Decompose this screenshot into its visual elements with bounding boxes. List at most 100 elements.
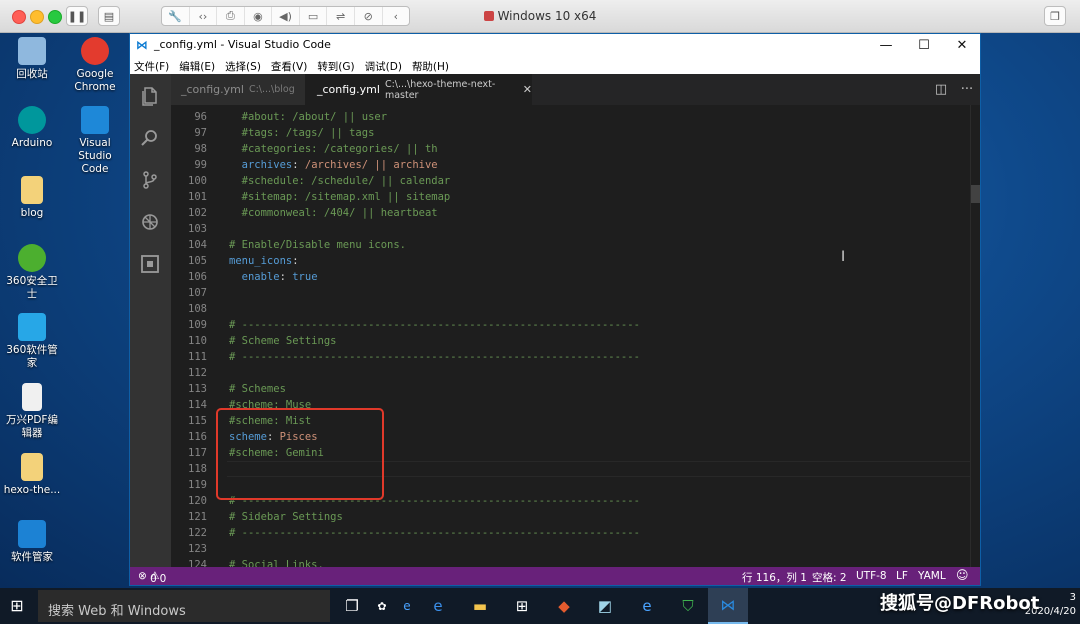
line-code: # Sidebar Settings: [229, 509, 343, 525]
code-token: :: [292, 255, 299, 267]
git-icon[interactable]: ◆: [552, 594, 576, 618]
menu-selection[interactable]: 选择(S): [220, 57, 266, 74]
tab-path: C:\...\hexo-theme-next-master: [384, 78, 496, 101]
taskbar-vscode-active[interactable]: ⋈: [708, 588, 748, 624]
desktop-icon-software-manager[interactable]: 软件管家: [1, 520, 63, 564]
code-token: true: [292, 271, 318, 283]
menu-edit[interactable]: 编辑(E): [174, 57, 220, 74]
code-token: #schedule: /schedule/ || calendar: [229, 175, 451, 187]
problems-indicator[interactable]: ⊗ 0 ⚠ 0: [138, 570, 166, 585]
search-placeholder: 搜索 Web 和 Windows: [48, 604, 186, 619]
line-code: # Enable/Disable menu icons.: [229, 237, 406, 253]
explorer-icon[interactable]: [138, 84, 162, 108]
code-line: 112: [171, 365, 971, 381]
chrome-icon: [81, 37, 109, 65]
tab-config-blog[interactable]: _config.yml C:\...\blog: [171, 74, 305, 105]
edge-icon[interactable]: e: [426, 594, 450, 618]
desktop-icon-blog[interactable]: blog: [1, 176, 63, 220]
360-security-icon: [18, 244, 46, 272]
menu-debug[interactable]: 调试(D): [360, 57, 407, 74]
internet-explorer-icon[interactable]: e: [635, 594, 659, 618]
minimize-icon[interactable]: —: [872, 36, 900, 54]
close-tab-icon[interactable]: ✕: [523, 83, 532, 96]
line-number: 109: [188, 319, 207, 331]
desktop-icon-label: Visual Studio Code: [78, 137, 112, 175]
line-number: 110: [188, 335, 207, 347]
vm-toolbar: ❚❚ ▤ 🔧 ‹› ⎙ ◉ ◀) ▭ ⇌ ⊘ ‹ Windows 10 x64 …: [0, 0, 1080, 33]
desktop-icon-arduino[interactable]: Arduino: [1, 106, 63, 150]
vm-title: Windows 10 x64: [0, 9, 1080, 23]
line-number: 104: [188, 239, 207, 251]
split-editor-icon[interactable]: ◫: [931, 80, 951, 98]
encoding[interactable]: UTF-8: [856, 570, 887, 582]
app-icon[interactable]: ✿: [370, 594, 394, 618]
task-view-icon[interactable]: ❐: [340, 594, 364, 618]
file-explorer-icon[interactable]: ▬: [468, 594, 492, 618]
folder-icon: [21, 176, 43, 204]
extensions-icon[interactable]: [138, 252, 162, 276]
tab-config-theme[interactable]: _config.yml C:\...\hexo-theme-next-maste…: [305, 74, 532, 105]
code-token: # --------------------------------------…: [229, 319, 640, 331]
windows-start-icon[interactable]: ⊞: [8, 597, 26, 615]
desktop-icon-chrome[interactable]: Google Chrome: [64, 37, 126, 94]
desktop-icon-vscode[interactable]: Visual Studio Code: [64, 106, 126, 176]
line-number: 99: [194, 159, 207, 171]
debug-icon[interactable]: [138, 210, 162, 234]
menu-help[interactable]: 帮助(H): [407, 57, 454, 74]
feedback-smiley-icon[interactable]: ☺: [956, 568, 969, 582]
more-actions-icon[interactable]: ···: [957, 80, 977, 98]
line-code: #tags: /tags/ || tags: [229, 125, 375, 141]
desktop-icon-label: Arduino: [11, 137, 53, 149]
line-code: menu_icons:: [229, 253, 299, 269]
close-icon[interactable]: ✕: [948, 36, 976, 54]
code-token: #categories: /categories/ || th: [229, 143, 438, 155]
vscode-titlebar: ⋈ _config.yml - Visual Studio Code — ☐ ✕: [130, 34, 980, 57]
restore-icon[interactable]: ❐: [1044, 6, 1066, 26]
desktop-icon-hexo-theme[interactable]: hexo-the...: [1, 453, 63, 497]
code-token: # Social Links.: [229, 559, 324, 567]
line-code: enable: true: [229, 269, 318, 285]
search-icon[interactable]: [138, 126, 162, 150]
code-line: 104 # Enable/Disable menu icons.: [171, 237, 971, 253]
menu-go[interactable]: 转到(G): [312, 57, 359, 74]
language-mode[interactable]: YAML: [918, 570, 946, 582]
warning-count: 0: [159, 573, 167, 585]
menu-file[interactable]: 文件(F): [130, 57, 174, 74]
line-number: 96: [194, 111, 207, 123]
line-ending[interactable]: LF: [896, 570, 908, 582]
code-token: # Scheme Settings: [229, 335, 337, 347]
desktop-icon-recycle-bin[interactable]: 回收站: [1, 37, 63, 81]
indentation[interactable]: 空格: 2: [812, 570, 847, 585]
desktop-icon-360-security[interactable]: 360安全卫士: [1, 244, 63, 301]
shield-icon[interactable]: ⛉: [676, 594, 700, 618]
line-code: #commonweal: /404/ || heartbeat: [229, 205, 438, 221]
notepad-icon[interactable]: ◩: [593, 594, 617, 618]
line-number: 113: [188, 383, 207, 395]
cursor-position[interactable]: 行 116，列 1: [742, 570, 807, 585]
line-code: # Social Links.: [229, 557, 324, 567]
line-number: 111: [188, 351, 207, 363]
code-line: 106 enable: true: [171, 269, 971, 285]
vscode-logo-icon: ⋈: [136, 38, 148, 52]
source-control-icon[interactable]: [138, 168, 162, 192]
vertical-scrollbar[interactable]: [970, 105, 980, 567]
maximize-icon[interactable]: ☐: [910, 36, 938, 54]
line-code: #categories: /categories/ || th: [229, 141, 438, 157]
desktop-icon-pdf-editor[interactable]: 万兴PDF编辑器: [1, 383, 63, 440]
code-line: 124 # Social Links.: [171, 557, 971, 567]
code-editor[interactable]: 96 #about: /about/ || user 97 #tags: /tag…: [171, 105, 980, 567]
desktop-icon-label: 回收站: [16, 68, 48, 80]
scrollbar-thumb[interactable]: [971, 185, 980, 203]
menu-bar: 文件(F) 编辑(E) 选择(S) 查看(V) 转到(G) 调试(D) 帮助(H…: [130, 57, 980, 74]
folder-icon: [21, 453, 43, 481]
desktop-icon-label: 360安全卫士: [6, 275, 58, 300]
ie-small-icon[interactable]: e: [395, 594, 419, 618]
line-number: 107: [188, 287, 207, 299]
text-cursor-icon: I: [841, 249, 846, 265]
store-icon[interactable]: ⊞: [510, 594, 534, 618]
menu-view[interactable]: 查看(V): [266, 57, 312, 74]
code-line: 121 # Sidebar Settings: [171, 509, 971, 525]
taskbar-search[interactable]: 搜索 Web 和 Windows: [38, 590, 330, 622]
desktop-icon-360-software[interactable]: 360软件管家: [1, 313, 63, 370]
error-count: 0: [150, 573, 157, 585]
